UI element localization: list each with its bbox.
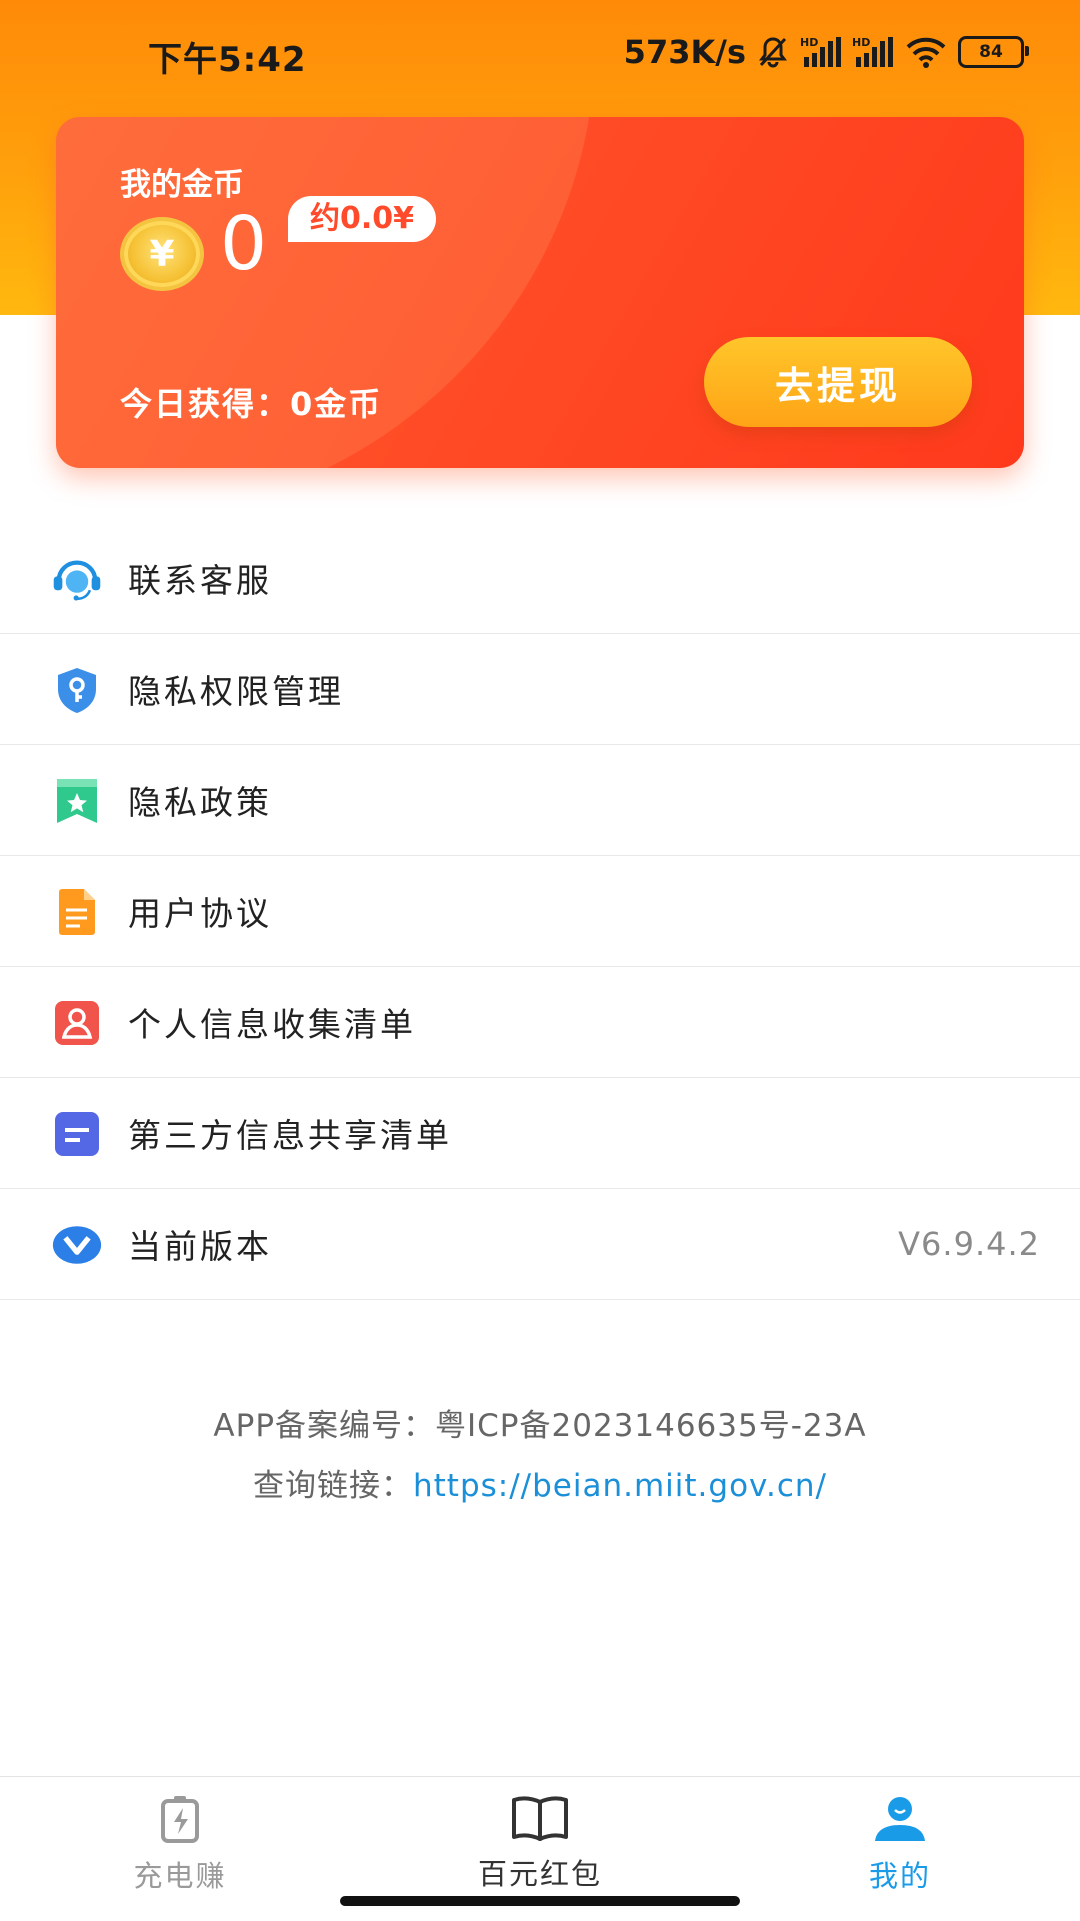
coin-card: 我的金币 ¥ 0 约0.0¥ 今日获得：0金币 去提现 (56, 117, 1024, 468)
battery-charge-icon (158, 1795, 202, 1847)
mute-bell-icon (756, 35, 790, 69)
tab-red-packet[interactable]: 百元红包 (440, 1795, 640, 1893)
document-icon (52, 889, 102, 935)
coin-card-title: 我的金币 (120, 167, 244, 203)
svg-text:HD: HD (852, 36, 870, 49)
user-profile-icon (873, 1795, 927, 1847)
icp-filing-number: APP备案编号：粤ICP备2023146635号-23A (213, 1408, 867, 1444)
menu-item-privacy-policy[interactable]: 隐私政策 (0, 745, 1080, 856)
shield-key-icon (52, 667, 102, 713)
signal-hd-icon: HD (800, 35, 842, 69)
battery-level: 84 (979, 42, 1003, 62)
approx-value-badge: 约0.0¥ (288, 196, 437, 242)
menu-label: 隐私权限管理 (128, 672, 344, 711)
settings-menu: 联系客服 隐私权限管理 隐私政策 用户协议 个人信息收集清单 第三方信息共享清单 (0, 523, 1080, 1300)
icp-query-link[interactable]: https://beian.miit.gov.cn/ (413, 1468, 827, 1504)
menu-label: 联系客服 (128, 561, 272, 600)
menu-item-personal-info-list[interactable]: 个人信息收集清单 (0, 967, 1080, 1078)
tab-label: 百元红包 (477, 1857, 602, 1891)
wifi-icon (904, 35, 948, 69)
menu-label: 个人信息收集清单 (128, 1005, 416, 1044)
icp-query-label: 查询链接： (253, 1468, 413, 1504)
customer-service-icon (52, 556, 102, 602)
coin-symbol: ¥ (149, 233, 175, 275)
today-earned-text: 今日获得：0金币 (120, 385, 383, 423)
version-v-icon (52, 1222, 102, 1268)
status-right: 573K/s HD HD 84 (623, 32, 1029, 72)
menu-item-user-agreement[interactable]: 用户协议 (0, 856, 1080, 967)
icp-query-row: 查询链接：https://beian.miit.gov.cn/ (0, 1460, 1080, 1505)
net-speed: 573K/s (623, 33, 746, 71)
menu-item-current-version[interactable]: 当前版本 V6.9.4.2 (0, 1189, 1080, 1300)
menu-item-contact-service[interactable]: 联系客服 (0, 523, 1080, 634)
open-book-icon (511, 1795, 569, 1845)
status-bar: 下午5:42 573K/s HD HD 84 (0, 0, 1080, 100)
battery-icon: 84 (958, 36, 1029, 68)
menu-label: 隐私政策 (128, 783, 272, 822)
tab-label: 充电赚 (133, 1859, 227, 1893)
status-time: 下午5:42 (148, 40, 307, 80)
person-card-icon (52, 1000, 102, 1046)
svg-text:HD: HD (800, 36, 818, 49)
tab-mine[interactable]: 我的 (800, 1795, 1000, 1895)
coin-count: 0 (220, 201, 268, 287)
version-number: V6.9.4.2 (898, 1225, 1040, 1263)
gold-coin-icon: ¥ (120, 217, 204, 291)
withdraw-button[interactable]: 去提现 (704, 337, 972, 427)
tab-charge-earn[interactable]: 充电赚 (80, 1795, 280, 1895)
menu-label: 当前版本 (128, 1227, 272, 1266)
menu-item-privacy-permissions[interactable]: 隐私权限管理 (0, 634, 1080, 745)
signal-hd-icon: HD (852, 35, 894, 69)
bookmark-star-icon (52, 778, 102, 824)
menu-label: 第三方信息共享清单 (128, 1116, 452, 1155)
menu-item-third-party-sharing-list[interactable]: 第三方信息共享清单 (0, 1078, 1080, 1189)
tab-label: 我的 (868, 1859, 931, 1893)
list-card-icon (52, 1111, 102, 1157)
menu-label: 用户协议 (128, 894, 272, 933)
home-indicator[interactable] (340, 1896, 740, 1906)
